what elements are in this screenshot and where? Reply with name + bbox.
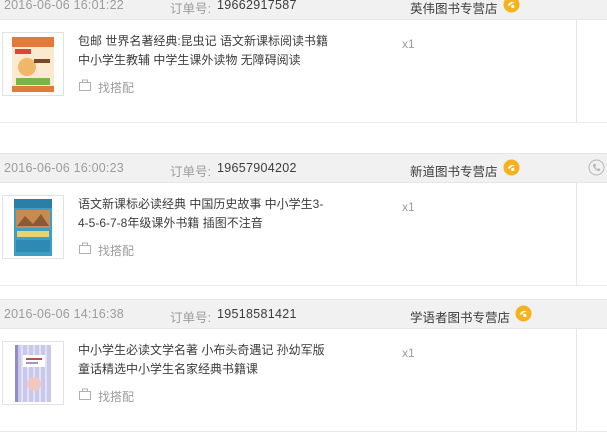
order-date: 2016-06-06 16:01:22 bbox=[4, 0, 124, 12]
product-thumbnail[interactable] bbox=[2, 32, 64, 96]
order-number-label: 订单号: bbox=[170, 311, 211, 325]
product-thumbnail[interactable] bbox=[2, 341, 64, 405]
order-body: 包邮 世界名著经典:昆虫记 语文新课标阅读书籍 中小学生教辅 中学生课外读物 无… bbox=[0, 20, 607, 123]
order-number: 19657904202 bbox=[217, 161, 297, 175]
order-header: 2016-06-06 16:00:23 订单号: 19657904202 新道图… bbox=[0, 153, 607, 183]
shop-name[interactable]: 学语者图书专营店 bbox=[410, 307, 510, 326]
quantity: x1 bbox=[402, 200, 415, 214]
shop-name[interactable]: 英伟图书专营店 bbox=[410, 0, 498, 17]
match-icon bbox=[79, 388, 91, 400]
column-divider bbox=[576, 183, 577, 285]
wangwang-icon[interactable] bbox=[503, 159, 520, 176]
order-item: 2016-06-06 16:00:23 订单号: 19657904202 新道图… bbox=[0, 153, 607, 286]
find-match-label: 找搭配 bbox=[98, 390, 135, 404]
product-title[interactable]: 语文新课标必读经典 中国历史故事 中小学生3-4-5-6-7-8年级课外书籍 插… bbox=[78, 195, 328, 233]
order-number: 19662917587 bbox=[217, 0, 297, 12]
wangwang-icon[interactable] bbox=[503, 0, 520, 13]
order-date: 2016-06-06 14:16:38 bbox=[4, 307, 124, 321]
quantity: x1 bbox=[402, 346, 415, 360]
order-number: 19518581421 bbox=[217, 307, 297, 321]
product-thumbnail[interactable] bbox=[2, 195, 64, 259]
find-match-label: 找搭配 bbox=[98, 244, 135, 258]
order-header: 2016-06-06 14:16:38 订单号: 19518581421 学语者… bbox=[0, 299, 607, 329]
order-body: 中小学生必读文学名著 小布头奇遇记 孙幼军版童话精选中小学生名家经典书籍课 找搭… bbox=[0, 329, 607, 432]
order-item: 2016-06-06 14:16:38 订单号: 19518581421 学语者… bbox=[0, 299, 607, 432]
quantity: x1 bbox=[402, 37, 415, 51]
order-number-label: 订单号: bbox=[170, 165, 211, 179]
order-item: 2016-06-06 16:01:22 订单号: 19662917587 英伟图… bbox=[0, 0, 607, 123]
order-date: 2016-06-06 16:00:23 bbox=[4, 161, 124, 175]
column-divider bbox=[576, 329, 577, 431]
match-icon bbox=[79, 79, 91, 91]
product-title[interactable]: 包邮 世界名著经典:昆虫记 语文新课标阅读书籍 中小学生教辅 中学生课外读物 无… bbox=[78, 32, 328, 70]
wangwang-icon[interactable] bbox=[515, 305, 532, 322]
order-header: 2016-06-06 16:01:22 订单号: 19662917587 英伟图… bbox=[0, 0, 607, 20]
product-title[interactable]: 中小学生必读文学名著 小布头奇遇记 孙幼军版童话精选中小学生名家经典书籍课 bbox=[78, 341, 328, 379]
find-match-label: 找搭配 bbox=[98, 81, 135, 95]
match-icon bbox=[79, 242, 91, 254]
column-divider bbox=[576, 20, 577, 122]
shop-name[interactable]: 新道图书专营店 bbox=[410, 161, 498, 180]
order-number-label: 订单号: bbox=[170, 2, 211, 16]
order-body: 语文新课标必读经典 中国历史故事 中小学生3-4-5-6-7-8年级课外书籍 插… bbox=[0, 183, 607, 286]
phone-icon[interactable] bbox=[588, 159, 605, 176]
